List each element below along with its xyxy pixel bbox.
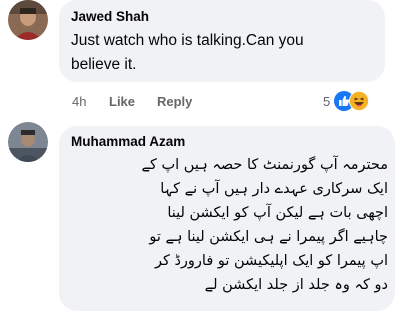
haha-reaction-icon (349, 91, 369, 111)
comment-text: Just watch who is talking.Can you believ… (71, 32, 304, 73)
comment-author[interactable]: Muhammad Azam (71, 134, 185, 149)
avatar[interactable] (8, 122, 48, 162)
avatar[interactable] (8, 0, 48, 40)
reaction-summary[interactable]: 5 (323, 90, 383, 112)
comment-text: محترمہ آپ گورنمنٹ کا حصہ ہیں اپ کے ایک س… (141, 157, 388, 293)
reply-button[interactable]: Reply (157, 94, 192, 109)
comment-timestamp[interactable]: 4h (72, 94, 86, 109)
reaction-count: 5 (323, 94, 331, 109)
comment-author[interactable]: Jawed Shah (71, 9, 149, 24)
comment-actions: 4h Like Reply (72, 94, 222, 110)
like-button[interactable]: Like (109, 94, 135, 109)
